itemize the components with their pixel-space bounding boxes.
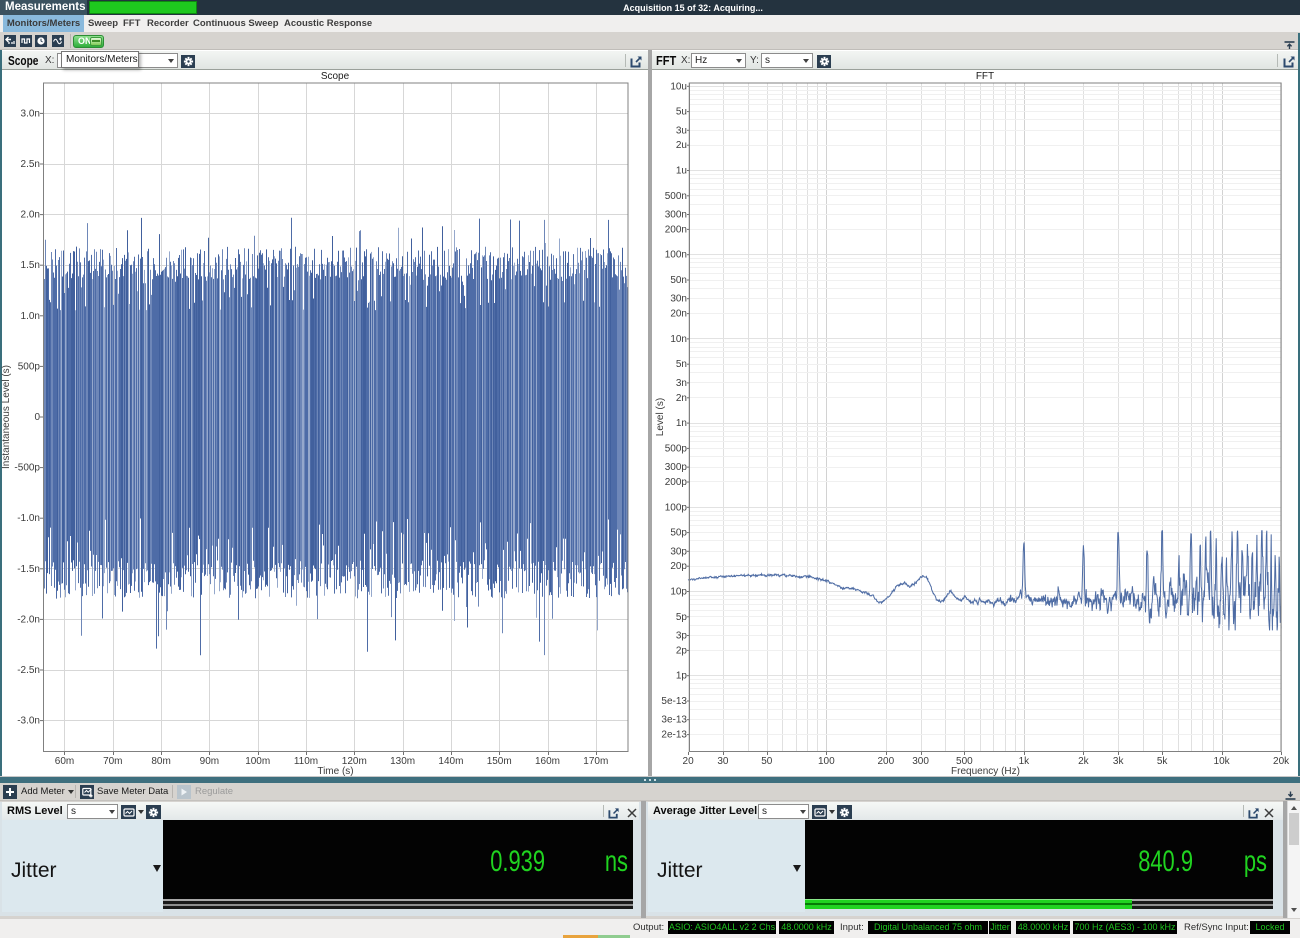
svg-text:2n: 2n bbox=[676, 393, 687, 404]
svg-text:-2.0n: -2.0n bbox=[17, 614, 40, 625]
svg-text:5p: 5p bbox=[676, 612, 688, 623]
svg-text:3e-13: 3e-13 bbox=[661, 715, 687, 726]
svg-text:Scope: Scope bbox=[321, 71, 350, 82]
svg-text:3u: 3u bbox=[676, 125, 687, 136]
svg-text:5n: 5n bbox=[676, 359, 687, 370]
svg-text:2p: 2p bbox=[676, 645, 688, 656]
svg-text:300p: 300p bbox=[665, 462, 688, 473]
svg-text:500p: 500p bbox=[665, 443, 688, 454]
svg-text:130m: 130m bbox=[390, 756, 415, 767]
svg-text:500n: 500n bbox=[665, 191, 687, 202]
svg-text:300n: 300n bbox=[665, 210, 687, 221]
svg-text:500p: 500p bbox=[18, 361, 41, 372]
svg-text:0: 0 bbox=[34, 412, 40, 423]
svg-text:-1.5n: -1.5n bbox=[17, 564, 40, 575]
svg-text:30n: 30n bbox=[670, 294, 687, 305]
svg-text:170m: 170m bbox=[583, 756, 608, 767]
svg-text:-3.0n: -3.0n bbox=[17, 716, 40, 727]
svg-text:20: 20 bbox=[683, 756, 695, 767]
svg-text:2.0n: 2.0n bbox=[21, 210, 40, 221]
svg-text:20n: 20n bbox=[670, 309, 687, 320]
svg-text:10u: 10u bbox=[670, 81, 687, 92]
svg-text:10p: 10p bbox=[670, 587, 687, 598]
svg-text:2k: 2k bbox=[1078, 756, 1090, 767]
svg-text:150m: 150m bbox=[487, 756, 512, 767]
svg-text:Frequency (Hz): Frequency (Hz) bbox=[951, 766, 1020, 776]
svg-text:-2.5n: -2.5n bbox=[17, 665, 40, 676]
svg-text:50n: 50n bbox=[670, 275, 687, 286]
svg-text:1p: 1p bbox=[676, 671, 688, 682]
svg-text:5e-13: 5e-13 bbox=[661, 696, 687, 707]
svg-text:60m: 60m bbox=[55, 756, 74, 767]
svg-text:100p: 100p bbox=[665, 502, 688, 513]
svg-text:100: 100 bbox=[818, 756, 835, 767]
svg-text:80m: 80m bbox=[151, 756, 170, 767]
svg-text:1k: 1k bbox=[1019, 756, 1031, 767]
svg-text:20p: 20p bbox=[670, 561, 687, 572]
svg-text:10n: 10n bbox=[670, 334, 687, 345]
svg-text:140m: 140m bbox=[438, 756, 463, 767]
svg-text:1.0n: 1.0n bbox=[21, 311, 40, 322]
svg-text:10k: 10k bbox=[1214, 756, 1231, 767]
svg-text:50: 50 bbox=[761, 756, 773, 767]
svg-text:100n: 100n bbox=[665, 250, 687, 261]
svg-text:20k: 20k bbox=[1273, 756, 1290, 767]
svg-text:5k: 5k bbox=[1157, 756, 1169, 767]
svg-text:110m: 110m bbox=[294, 756, 318, 767]
svg-text:50p: 50p bbox=[670, 528, 687, 539]
svg-text:3n: 3n bbox=[676, 378, 687, 389]
svg-text:1u: 1u bbox=[676, 166, 687, 177]
svg-text:100m: 100m bbox=[245, 756, 270, 767]
svg-text:-500p: -500p bbox=[14, 463, 40, 474]
svg-text:2e-13: 2e-13 bbox=[661, 730, 687, 741]
svg-text:2u: 2u bbox=[676, 140, 687, 151]
svg-text:3p: 3p bbox=[676, 631, 688, 642]
svg-text:30p: 30p bbox=[670, 546, 687, 557]
svg-text:Time (s): Time (s) bbox=[317, 766, 353, 776]
svg-text:200n: 200n bbox=[665, 224, 687, 235]
svg-text:-1.0n: -1.0n bbox=[17, 513, 40, 524]
svg-text:2.5n: 2.5n bbox=[21, 159, 40, 170]
svg-text:1.5n: 1.5n bbox=[21, 260, 40, 271]
svg-text:300: 300 bbox=[912, 756, 929, 767]
svg-text:200: 200 bbox=[877, 756, 894, 767]
svg-text:Instantaneous Level (s): Instantaneous Level (s) bbox=[1, 365, 12, 469]
svg-text:5u: 5u bbox=[676, 107, 687, 118]
svg-text:90m: 90m bbox=[200, 756, 219, 767]
svg-text:3k: 3k bbox=[1113, 756, 1125, 767]
svg-text:160m: 160m bbox=[535, 756, 560, 767]
svg-text:70m: 70m bbox=[103, 756, 122, 767]
svg-text:30: 30 bbox=[717, 756, 729, 767]
svg-text:200p: 200p bbox=[665, 477, 688, 488]
svg-text:1n: 1n bbox=[676, 418, 687, 429]
svg-text:FFT: FFT bbox=[976, 71, 994, 82]
svg-text:3.0n: 3.0n bbox=[21, 108, 40, 119]
svg-text:Level (s): Level (s) bbox=[655, 398, 666, 436]
